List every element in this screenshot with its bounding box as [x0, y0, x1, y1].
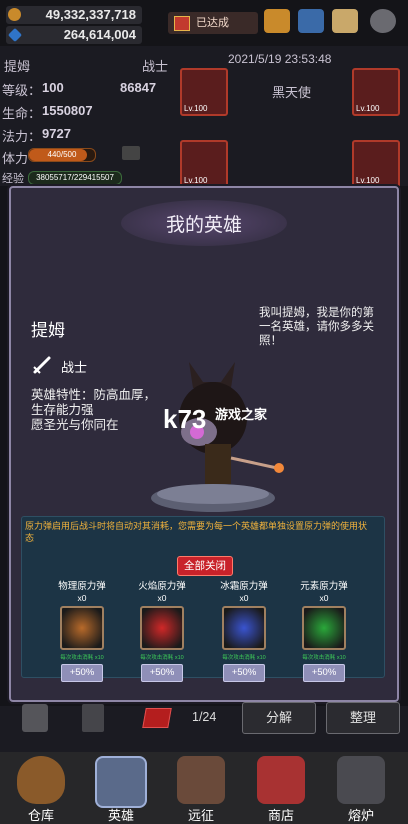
- hp-label: 生命：: [2, 106, 42, 121]
- svg-text:k73: k73: [163, 404, 206, 434]
- hero-class-bg: 战士: [142, 59, 169, 74]
- inventory-count: 1/24: [192, 710, 217, 724]
- bullet-name: 元素原力弹: [300, 581, 348, 592]
- bullet-note: 每次攻击消耗 x10: [60, 655, 104, 661]
- fire-bullet-icon[interactable]: [140, 606, 184, 650]
- gold-coin-icon: [8, 8, 21, 21]
- equip-title: 黑天使: [272, 85, 312, 100]
- helmet-icon: [95, 756, 147, 808]
- bullet-frost: 冰霜原力弹 x0 每次攻击消耗 x10 +50%: [209, 578, 279, 682]
- hero-class: 战士: [61, 360, 88, 375]
- sword-icon: [33, 356, 51, 374]
- bullet-toggle-button[interactable]: +50%: [303, 664, 345, 682]
- nav-furnace[interactable]: 熔炉: [326, 752, 396, 824]
- achievement-button[interactable]: 已达成: [168, 12, 258, 34]
- gold-value: 49,332,337,718: [45, 7, 136, 22]
- bullet-name: 火焰原力弹: [138, 581, 186, 592]
- bag-icon: [17, 756, 65, 804]
- stamina-bar: 440/500: [28, 148, 96, 162]
- achievement-label: 已达成: [196, 17, 229, 29]
- hero-speech: 我叫提姆，我是你的第一名英雄，请你多多关照！: [259, 307, 374, 347]
- calendar-icon[interactable]: [298, 9, 324, 33]
- hero-info-modal: 我的英雄 提姆 战士 英雄特性：防高血厚， 生存能力强 愿圣光与你同在 我叫提姆…: [9, 186, 399, 702]
- hp-value: 1550807: [42, 103, 93, 118]
- nav-label: 远征: [187, 808, 214, 823]
- bullet-description: 原力弹启用后战斗时将自动对其消耗，您需要为每一个英雄都单独设置原力弹的使用状态: [25, 521, 368, 543]
- bullet-element: 元素原力弹 x0 每次攻击消耗 x10 +50%: [289, 578, 359, 682]
- ruby-icon: [142, 708, 172, 728]
- gem-value: 264,614,004: [63, 27, 136, 42]
- close-all-button[interactable]: 全部关闭: [177, 556, 233, 576]
- stamina-label: 体力: [2, 151, 29, 166]
- book-icon[interactable]: [82, 704, 104, 732]
- exp-value: 38055717/229415507: [36, 173, 114, 182]
- megaphone-icon[interactable]: [264, 9, 290, 33]
- watermark: k73 游戏之家: [161, 398, 281, 438]
- element-bullet-icon[interactable]: [302, 606, 346, 650]
- gear-icon[interactable]: [370, 9, 396, 33]
- exp-bar: 38055717/229415507: [28, 171, 122, 185]
- nav-label: 仓库: [27, 808, 54, 823]
- bullet-count: x0: [319, 593, 329, 603]
- gem-icon: [7, 27, 23, 43]
- anvil-icon: [337, 756, 385, 804]
- bullet-note: 每次攻击消耗 x10: [140, 655, 184, 661]
- hero-name: 提姆: [31, 321, 65, 340]
- nav-warehouse[interactable]: 仓库: [6, 752, 76, 824]
- mail-icon[interactable]: [332, 9, 358, 33]
- gold-counter: 49,332,337,718: [6, 6, 142, 24]
- timestamp: 2021/5/19 23:53:48: [228, 52, 332, 66]
- trash-icon[interactable]: [22, 704, 48, 732]
- nav-label: 商店: [267, 808, 294, 823]
- mana-value: 9727: [42, 126, 71, 141]
- bullet-physical: 物理原力弹 x0 每次攻击消耗 x10 +50%: [47, 578, 117, 682]
- hero-name-bg: 提姆: [4, 59, 31, 74]
- exp-label: 经验: [2, 173, 24, 185]
- bullet-name: 冰霜原力弹: [220, 581, 268, 592]
- nav-hero[interactable]: 英雄: [86, 752, 156, 824]
- equip-slot[interactable]: Lv.100: [352, 140, 400, 188]
- portal-icon: [177, 756, 225, 804]
- stamina-value: 440/500: [47, 150, 77, 159]
- bullet-name: 物理原力弹: [58, 581, 106, 592]
- nav-label: 英雄: [107, 808, 134, 823]
- gem-counter: 264,614,004: [6, 26, 142, 44]
- equip-slot[interactable]: Lv.100: [180, 140, 228, 188]
- tv-icon[interactable]: [122, 146, 140, 160]
- bullet-fire: 火焰原力弹 x0 每次攻击消耗 x10 +50%: [127, 578, 197, 682]
- bullet-toggle-button[interactable]: +50%: [141, 664, 183, 682]
- sort-button[interactable]: 整理: [326, 702, 400, 734]
- decompose-button[interactable]: 分解: [242, 702, 316, 734]
- nav-label: 熔炉: [347, 808, 374, 823]
- mana-label: 法力：: [2, 129, 42, 144]
- bullet-count: x0: [157, 593, 167, 603]
- equip-slot[interactable]: Lv.100: [352, 68, 400, 116]
- nav-shop[interactable]: 商店: [246, 752, 316, 824]
- k73-logo: k73: [163, 404, 206, 434]
- watermark-text: 游戏之家: [215, 407, 268, 422]
- bullet-toggle-button[interactable]: +50%: [61, 664, 103, 682]
- bullet-note: 每次攻击消耗 x10: [222, 655, 266, 661]
- shop-icon: [257, 756, 305, 804]
- level-label: 等级：: [2, 83, 42, 98]
- nav-expedition[interactable]: 远征: [166, 752, 236, 824]
- level-value: 100: [42, 80, 64, 95]
- physical-bullet-icon[interactable]: [60, 606, 104, 650]
- power-value: 86847: [120, 80, 157, 95]
- equip-slot[interactable]: Lv.100: [180, 68, 228, 116]
- gift-icon: [174, 16, 190, 31]
- bullet-toggle-button[interactable]: +50%: [223, 664, 265, 682]
- modal-title: 我的英雄: [165, 215, 242, 236]
- bullet-note: 每次攻击消耗 x10: [302, 655, 346, 661]
- bullet-count: x0: [77, 593, 87, 603]
- frost-bullet-icon[interactable]: [222, 606, 266, 650]
- bullet-count: x0: [239, 593, 249, 603]
